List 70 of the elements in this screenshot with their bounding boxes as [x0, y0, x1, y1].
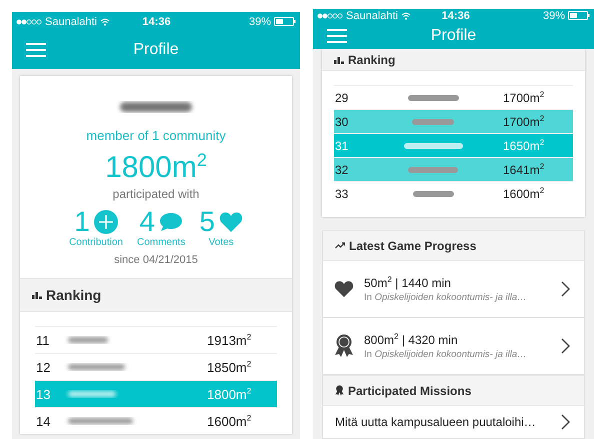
- score-value: 1641m$^{2}$: [503, 162, 546, 177]
- battery-icon: [274, 17, 296, 26]
- ranking-row[interactable]: 32 1641m$^{2}$: [334, 157, 573, 181]
- ranking-row[interactable]: 14 1600m$^{2}$: [35, 407, 277, 434]
- section-title: Ranking: [348, 52, 396, 66]
- screen-title: Profile: [133, 41, 179, 59]
- stat-count: 4: [139, 207, 155, 237]
- rank-number: 30: [334, 114, 350, 128]
- chevron-right-icon: [561, 338, 570, 354]
- rank-number: 11: [35, 332, 50, 348]
- signal-icon: [16, 18, 42, 24]
- clock-time: 14:36: [440, 10, 471, 22]
- mission-location: In Opiskelijoiden kokoontumis- ja illa…: [364, 292, 528, 303]
- score-value: 1700m$^{2}$: [503, 90, 546, 105]
- medal-icon: [334, 334, 354, 358]
- heart-icon[interactable]: [218, 211, 243, 233]
- score-value: 1600m$^{2}$: [503, 186, 546, 201]
- heart-icon: [334, 280, 354, 298]
- rank-number: 32: [334, 162, 350, 176]
- battery-percent: 39%: [248, 16, 271, 28]
- bar-chart-icon: [32, 291, 42, 299]
- section-title: Ranking: [46, 287, 102, 303]
- progress-amount: 50m$^{2}$ | 1440 min: [364, 275, 452, 290]
- section-title: Latest Game Progress: [349, 238, 476, 252]
- progress-item[interactable]: 50m$^{2}$ | 1440 min In Opiskelijoiden kokoontumis- ja illa…: [322, 261, 585, 318]
- chevron-right-icon: [561, 281, 570, 297]
- rank-number: 33: [334, 186, 350, 200]
- mission-item[interactable]: Mitä uutta kampusalueen puutaloihi…: [322, 406, 585, 439]
- progress-amount: 800m$^{2}$ | 4320 min: [364, 332, 459, 347]
- stat-label: Comments: [136, 237, 186, 248]
- score-value: 1700m$^{2}$: [503, 114, 546, 129]
- rank-number: 14: [35, 414, 52, 428]
- section-title: Participated Missions: [348, 384, 472, 398]
- stat-count: 5: [199, 207, 215, 237]
- battery-percent: 39%: [542, 10, 565, 22]
- bar-chart-icon: [334, 56, 344, 64]
- rank-number: 12: [35, 360, 52, 374]
- mission-location: In Opiskelijoiden kokoontumis- ja illa…: [364, 349, 528, 360]
- score-value: 1913m$^{2}$: [207, 332, 252, 348]
- plus-icon[interactable]: [94, 210, 118, 234]
- carrier-name: Saunalahti: [45, 16, 97, 28]
- menu-icon[interactable]: [26, 43, 46, 57]
- stat-count: 1: [74, 207, 90, 237]
- caption-text: participated with: [112, 187, 200, 201]
- battery-icon: [568, 11, 590, 20]
- screen-title: Profile: [430, 26, 476, 45]
- score-value: 1650m$^{2}$: [503, 138, 546, 153]
- speech-bubble-icon[interactable]: [158, 212, 183, 232]
- membership-text: member of 1 community: [86, 128, 226, 143]
- ranking-row[interactable]: 30 1700m$^{2}$: [334, 109, 573, 133]
- area-total: 1800m$^{2}$: [105, 149, 207, 185]
- chevron-right-icon: [561, 414, 570, 430]
- stat-label: Contribution: [69, 237, 123, 248]
- rank-number: 29: [334, 90, 350, 104]
- carrier-name: Saunalahti: [346, 10, 398, 22]
- since-date: since 04/21/2015: [114, 254, 198, 266]
- wifi-icon: [401, 12, 411, 20]
- score-value: 1850m$^{2}$: [207, 359, 252, 375]
- menu-icon[interactable]: [327, 28, 347, 43]
- clock-time: 14:36: [141, 16, 172, 28]
- score-value: 1800m$^{2}$: [207, 386, 252, 402]
- wifi-icon: [100, 18, 110, 26]
- score-value: 1600m$^{2}$: [207, 413, 252, 429]
- trend-icon: [335, 242, 345, 249]
- rank-number: 31: [334, 138, 350, 152]
- progress-item[interactable]: 800m$^{2}$ | 4320 min In Opiskelijoiden kokoontumis- ja illa…: [322, 318, 585, 375]
- stat-label: Votes: [208, 237, 234, 248]
- medal-icon: [335, 385, 344, 396]
- rank-number: 13: [35, 386, 52, 402]
- signal-icon: [317, 12, 343, 19]
